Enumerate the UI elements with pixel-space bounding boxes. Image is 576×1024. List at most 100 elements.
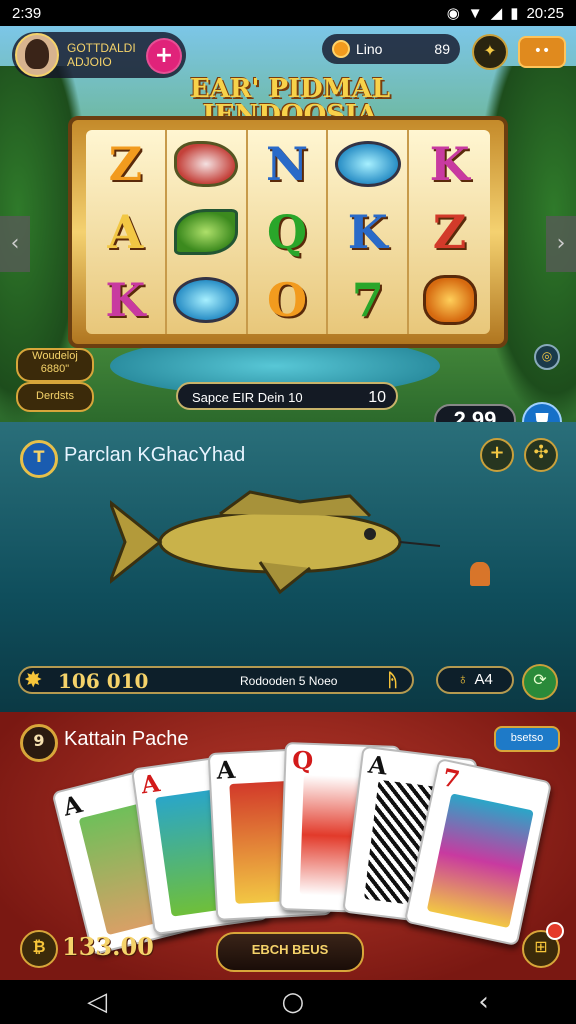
spin-info-bar[interactable]: Sapce EIR Dein 10 10 [176,382,398,410]
player-name-line1: GOTTDALDI [67,41,136,55]
fishing-label: Rodooden 5 Noeo [240,674,338,688]
card-rank: A [366,749,389,781]
wifi-icon: ▼ [467,4,483,22]
recents-chevron-icon[interactable]: ‹ [478,987,488,1017]
add-funds-button[interactable]: + [146,38,182,74]
spin-info-text: Sapce EIR Dein 10 [192,390,303,405]
fishing-info-bar[interactable]: ✸ 106 010 Rodooden 5 Noeo ᚤ [18,666,414,694]
chevron-left-icon: ‹ [10,231,20,256]
back-triangle-icon[interactable]: ◁ [87,987,107,1017]
star-icon: ✸ [24,668,43,693]
reel-symbol: Z [86,130,167,198]
help-button[interactable]: ◎ [534,344,560,370]
cards-tag-button[interactable]: bsetso [494,726,560,752]
slot-reels[interactable]: ZNKAQKZKO7 [86,130,490,334]
coins-balance[interactable]: Lino 89 [322,34,460,64]
fishing-badge: T [20,440,58,478]
reel-symbol: K [86,266,167,334]
reel-symbol-leaf-icon [167,198,248,266]
player-name: GOTTDALDI ADJOIO [67,41,136,69]
card-rank: A [215,754,236,785]
card-rank: 7 [439,762,463,795]
cards-title: Kattain Pache [64,728,189,750]
menu-button[interactable]: •• [518,36,566,68]
reel-symbol: A [86,198,167,266]
signal-icon: ◢ [490,5,503,22]
coin-icon: ₿ [20,930,58,968]
card-rank: Q [291,745,314,776]
meat-icon [174,141,239,187]
reel-symbol: O [248,266,329,334]
player-profile[interactable]: GOTTDALDI ADJOIO + [12,32,186,78]
gem-icon [334,141,401,187]
system-nav-bar: ◁ ○ ‹ [0,980,576,1024]
status-bar: 2:39 ◉ ▼ ◢ ▮ 20:25 [0,0,576,26]
face-icon [422,275,477,325]
reel-symbol-gem-icon [167,266,248,334]
woudeloj-value: 6880" [40,363,70,375]
prev-game-button[interactable]: ‹ [0,216,30,272]
status-time: 2:39 [12,4,42,22]
woudeloj-badge[interactable]: Woudeloj 6880" [16,348,94,382]
fishing-add-button[interactable]: + [480,438,514,472]
slot-machine[interactable]: ZNKAQKZKO7 [68,116,508,348]
battery-icon: ▮ [510,5,519,22]
spin-info-end: 10 [368,389,386,406]
next-game-button[interactable]: › [546,216,576,272]
status-right-time: 20:25 [526,4,564,22]
derdsts-button[interactable]: Derdsts [16,382,94,412]
fishing-target-button[interactable]: ✣ [524,438,558,472]
fishing-action-button[interactable]: ⟳ [522,664,558,700]
reel-symbol: Q [248,198,329,266]
fishing-game-panel[interactable]: T Parclan KGhacYhad + ✣ ✸ 106 010 Rodood… [0,422,576,712]
status-icons: ◉ ▼ ◢ ▮ 20:25 [446,4,564,23]
settings-button[interactable]: ✦ [472,34,508,70]
coins-value: 89 [434,41,450,57]
fishing-pill-value: A4 [474,671,493,688]
gift-icon: ⊞ [534,937,548,956]
ribbon-icon: ᚤ [387,670,398,691]
gear-icon: ✦ [483,41,497,60]
slot-game-panel[interactable]: GOTTDALDI ADJOIO + Lino 89 ✦ •• EAR' PID… [0,26,576,422]
cards-value: 133.00 [62,932,154,961]
reel-symbol: K [429,137,470,191]
coins-label: Lino [356,41,383,57]
cards-badge: 9 [20,724,58,762]
fish-illustration [110,490,440,595]
card-art [426,793,534,929]
woudeloj-label: Woudeloj [32,350,78,362]
reel-symbol: K [328,198,410,266]
plus-icon: + [489,442,505,463]
gem-icon [173,277,240,323]
bag-icon: ♁ [457,671,469,688]
reel-symbol-meat-icon [167,130,248,198]
cards-play-button[interactable]: EBCH BEUS [216,932,364,972]
leaf-icon [174,209,239,255]
fishing-lure [470,562,490,586]
fishing-title: Parclan KGhacYhad [64,444,246,466]
slot-title-line1: EAR' PIDMAL [189,74,391,104]
bet-amount[interactable]: 2,99 [434,404,516,422]
reel-symbol: 7 [328,266,410,334]
avatar[interactable] [15,33,59,77]
reel-symbol-face-icon [409,266,490,334]
refresh-icon: ⟳ [533,670,547,689]
fishing-value: 106 010 [58,669,149,693]
chevron-right-icon: › [556,231,566,256]
fishing-bag-pill[interactable]: ♁ A4 [436,666,514,694]
shield-icon: ⛊ [535,410,549,422]
player-name-line2: ADJOIO [67,55,112,69]
location-icon: ◉ [446,5,460,22]
menu-dots-icon: •• [533,43,551,59]
reel-symbol: Z [432,205,467,259]
reel-symbol: N [248,130,329,198]
home-circle-icon[interactable]: ○ [281,987,304,1017]
reel-symbol-gem-icon [328,130,410,198]
card-rank: A [139,768,162,800]
cards-game-panel[interactable]: 9 Kattain Pache bsetso A A A Q A 7 ₿ 133… [0,712,576,980]
crosshair-icon: ✣ [533,442,549,463]
help-icon: ◎ [541,349,553,363]
card-rank: A [59,788,85,822]
notification-dot [546,922,564,940]
coin-icon [332,40,350,58]
